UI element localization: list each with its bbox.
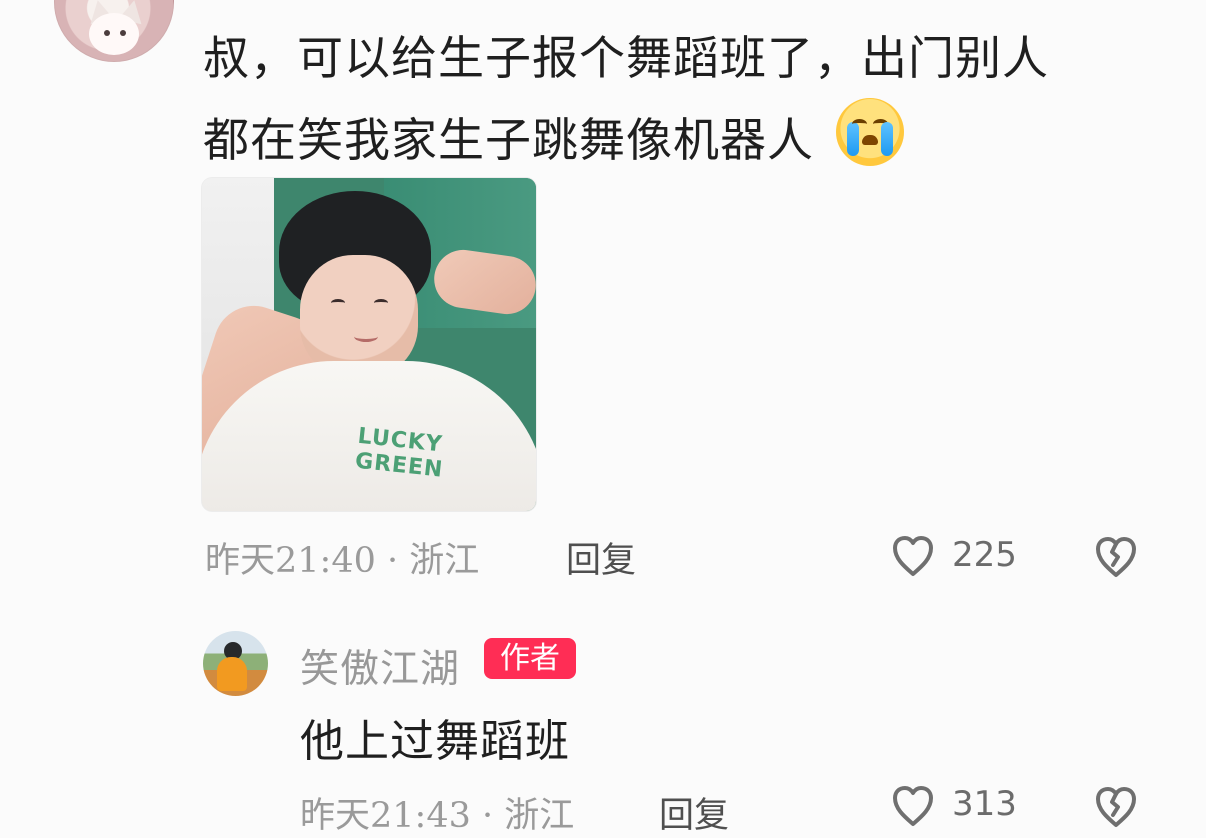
reply-like-count: 313 <box>952 784 1017 824</box>
photo-eye <box>331 299 345 307</box>
photo-eye <box>374 299 388 307</box>
author-avatar[interactable] <box>203 631 268 696</box>
comment-like-count: 225 <box>952 535 1017 575</box>
crying-face-icon <box>835 98 904 166</box>
commenter-avatar[interactable] <box>54 0 174 62</box>
comment-line-2: 都在笑我家生子跳舞像机器人 <box>203 98 1133 180</box>
photo-face <box>300 255 418 377</box>
comment-time-location: 昨天21:40 · 浙江 <box>205 541 480 581</box>
reply-time-location: 昨天21:43 · 浙江 <box>300 796 575 836</box>
heart-icon[interactable] <box>889 532 937 578</box>
heart-icon[interactable] <box>889 782 937 828</box>
reply-text: 他上过舞蹈班 <box>300 716 570 767</box>
avatar-body <box>217 657 247 691</box>
comment-line-2-text: 都在笑我家生子跳舞像机器人 <box>203 113 814 167</box>
avatar-eye <box>120 30 126 36</box>
comment-text: 叔，可以给生子报个舞蹈班了，出门别人 都在笑我家生子跳舞像机器人 <box>203 18 1133 180</box>
avatar-eye <box>104 30 110 36</box>
comment-photo[interactable]: LUCKY GREEN <box>202 178 536 511</box>
broken-heart-icon[interactable] <box>1091 782 1141 830</box>
comment-reply-button[interactable]: 回复 <box>566 532 636 583</box>
author-badge: 作者 <box>484 638 576 679</box>
author-name[interactable]: 笑傲江湖 <box>300 638 460 694</box>
broken-heart-icon[interactable] <box>1091 532 1141 580</box>
photo-mouth <box>354 331 378 342</box>
reply-reply-button[interactable]: 回复 <box>659 787 729 838</box>
comment-line-1: 叔，可以给生子报个舞蹈班了，出门别人 <box>203 31 1049 85</box>
avatar-face <box>89 13 139 55</box>
